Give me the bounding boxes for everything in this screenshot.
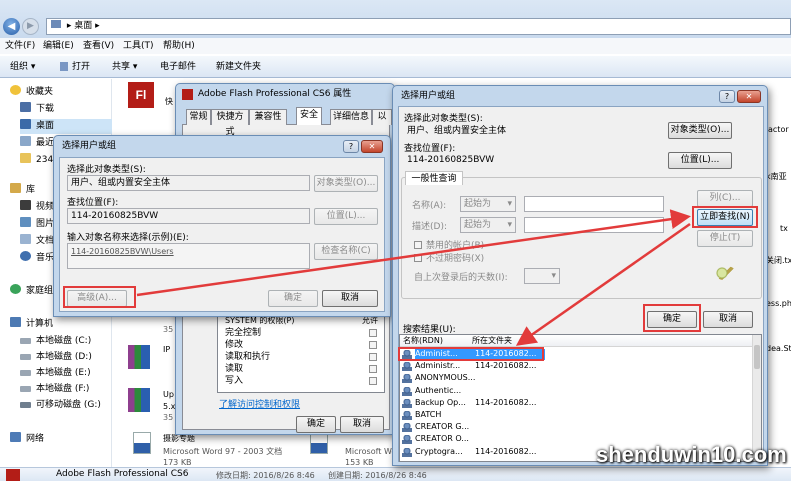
arrow-to-result [515, 222, 691, 346]
annotation-arrows [136, 209, 691, 346]
watermark: shenduwin10.com [596, 442, 787, 467]
